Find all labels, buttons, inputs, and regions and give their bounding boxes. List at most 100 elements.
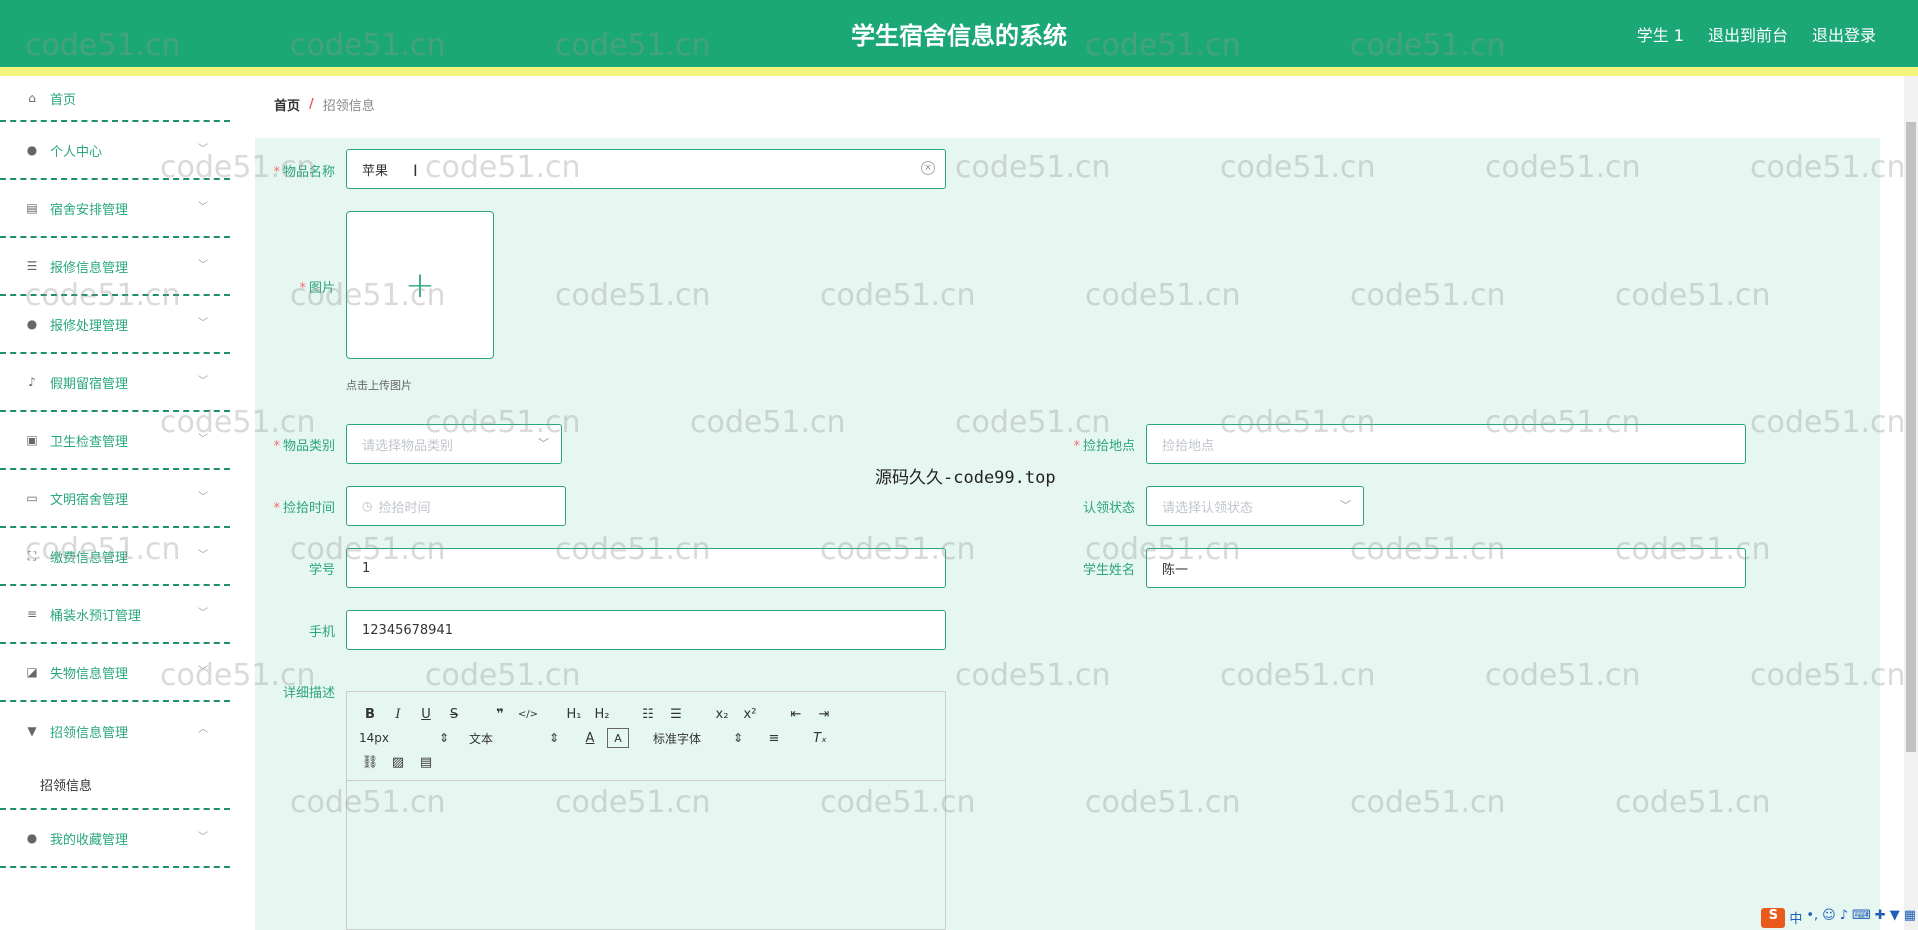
breadcrumb-home[interactable]: 首页: [274, 95, 300, 114]
strikethrough-icon[interactable]: S: [443, 704, 465, 724]
indent-icon[interactable]: ⇥: [813, 704, 835, 724]
blockquote-icon[interactable]: ❞: [489, 704, 511, 724]
microphone-icon[interactable]: ♪: [1840, 908, 1848, 928]
pickup-time-picker[interactable]: ◷ 捡拾时间: [346, 486, 566, 526]
pickup-place-input[interactable]: 捡拾地点: [1146, 424, 1746, 464]
keyboard-icon[interactable]: ⌨: [1852, 908, 1871, 928]
link-icon[interactable]: ⛓: [359, 752, 381, 772]
ordered-list-icon[interactable]: ☷: [637, 704, 659, 724]
image-icon[interactable]: ▨: [387, 752, 409, 772]
heading2-icon[interactable]: H₂: [591, 704, 613, 724]
chevron-down-icon: ﹀: [198, 608, 208, 619]
video-icon[interactable]: ▤: [415, 752, 437, 772]
breadcrumb-current: 招领信息: [322, 98, 375, 114]
sidebar-subitem-found-info[interactable]: 招领信息: [0, 760, 230, 808]
student-no-input[interactable]: 1: [346, 548, 946, 588]
sidebar-item-label: 我的收藏管理: [50, 832, 129, 848]
sidebar-item-holiday-stay[interactable]: ♪ 假期留宿管理 ﹀: [0, 354, 230, 412]
current-user-link[interactable]: 学生 1: [1637, 22, 1684, 46]
upload-tip: 点击上传图片: [346, 379, 412, 392]
sidebar-item-personal-center[interactable]: ● 个人中心 ﹀: [0, 122, 230, 180]
sidebar: ⌂ 首页 ● 个人中心 ﹀ ▤ 宿舍安排管理 ﹀ ☰ 报修信息管理 ﹀ ● 报修…: [0, 76, 230, 930]
sidebar-item-dorm-arrangement[interactable]: ▤ 宿舍安排管理 ﹀: [0, 180, 230, 238]
grid-icon[interactable]: ▦: [1904, 908, 1916, 928]
subscript-icon[interactable]: x₂: [711, 704, 733, 724]
student-name-input[interactable]: 陈一: [1146, 548, 1746, 588]
italic-icon[interactable]: I: [387, 704, 409, 724]
editor-content-area[interactable]: [347, 781, 945, 929]
chevron-down-icon: ﹀: [198, 318, 208, 329]
sidebar-item-payment-info[interactable]: ⛶ 缴费信息管理 ﹀: [0, 528, 230, 586]
code-icon[interactable]: </>: [517, 704, 539, 724]
sidebar-item-found-items[interactable]: ▼ 招领信息管理 ︿: [0, 702, 230, 760]
chevron-down-icon: ﹀: [198, 434, 208, 445]
outdent-icon[interactable]: ⇤: [785, 704, 807, 724]
clear-format-icon[interactable]: Tₓ: [809, 728, 831, 748]
ime-toolbar[interactable]: S 中 •, ☺ ♪ ⌨ ✚ ▼ ▦: [1761, 908, 1916, 928]
align-icon[interactable]: ≡: [763, 728, 785, 748]
sidebar-item-label: 桶装水预订管理: [50, 608, 142, 624]
sidebar-item-my-favorites[interactable]: ● 我的收藏管理 ﹀: [0, 810, 230, 868]
superscript-icon[interactable]: x²: [739, 704, 761, 724]
sidebar-item-civilized-dorm[interactable]: ▭ 文明宿舍管理 ﹀: [0, 470, 230, 528]
user-icon: ●: [26, 317, 38, 331]
briefcase-icon: ▣: [26, 433, 38, 447]
editor-toolbar: B I U S ❞ </> H₁ H₂ ☷ ☰ x₂ x² ⇤ ⇥ 14px ⇕ …: [347, 692, 945, 781]
sliders-icon: ☰: [26, 259, 38, 273]
bullet-list-icon[interactable]: ☰: [665, 704, 687, 724]
sidebar-item-home[interactable]: ⌂ 首页: [0, 76, 230, 122]
sidebar-item-repair-handling[interactable]: ● 报修处理管理 ﹀: [0, 296, 230, 354]
chevron-down-icon: ﹀: [198, 832, 208, 843]
sidebar-item-label: 文明宿舍管理: [50, 492, 129, 508]
bold-icon[interactable]: B: [359, 704, 381, 724]
user-icon: ●: [26, 831, 38, 845]
font-size-select[interactable]: 14px ⇕: [359, 731, 449, 745]
sidebar-item-label: 缴费信息管理: [50, 550, 129, 566]
ime-language[interactable]: 中: [1789, 908, 1802, 928]
description-label: 详细描述: [282, 686, 335, 701]
pickup-place-label: * 捡拾地点: [1073, 439, 1135, 454]
pickup-time-label: * 捡拾时间: [273, 501, 335, 516]
emoji-icon[interactable]: ☺: [1822, 908, 1836, 928]
sidebar-item-hygiene-check[interactable]: ▣ 卫生检查管理 ﹀: [0, 412, 230, 470]
font-family-select[interactable]: 标准字体 ⇕: [653, 730, 743, 747]
chevron-down-icon: ﹀: [198, 550, 208, 561]
user-icon: ●: [26, 143, 38, 157]
punctuation-icon[interactable]: •,: [1806, 908, 1818, 928]
sidebar-item-label: 个人中心: [50, 144, 103, 160]
font-color-icon[interactable]: A: [579, 728, 601, 748]
sidebar-item-repair-info[interactable]: ☰ 报修信息管理 ﹀: [0, 238, 230, 296]
chevron-up-icon: ︿: [198, 724, 208, 735]
sidebar-item-water-order[interactable]: ≡ 桶装水预订管理 ﹀: [0, 586, 230, 644]
claim-status-select[interactable]: 请选择认领状态 ﹀: [1146, 486, 1364, 526]
student-no-label: 学号: [308, 563, 335, 578]
scrollbar-thumb[interactable]: [1906, 122, 1916, 752]
underline-icon[interactable]: U: [415, 704, 437, 724]
chevron-down-icon: ﹀: [198, 666, 208, 677]
sidebar-item-label: 宿舍安排管理: [50, 202, 129, 218]
chevron-down-icon: ﹀: [198, 492, 208, 503]
item-name-input[interactable]: 苹果 ×: [346, 149, 946, 189]
page-scrollbar[interactable]: [1904, 76, 1918, 930]
chevron-down-icon: ﹀: [1340, 499, 1351, 512]
clear-icon[interactable]: ×: [921, 161, 935, 175]
sidebar-item-label: 卫生检查管理: [50, 434, 129, 450]
top-bar: 学生宿舍信息的系统 学生 1 退出到前台 退出登录: [0, 0, 1918, 67]
category-select[interactable]: 请选择物品类别 ﹀: [346, 424, 562, 464]
image-upload-button[interactable]: +: [346, 211, 494, 359]
back-to-frontend-link[interactable]: 退出到前台: [1708, 22, 1788, 46]
skin-icon[interactable]: ✚: [1875, 908, 1886, 928]
top-links: 学生 1 退出到前台 退出登录: [1637, 22, 1876, 46]
sidebar-group-found-items: ▼ 招领信息管理 ︿ 招领信息: [0, 702, 230, 810]
text-cursor-icon: I: [413, 161, 418, 180]
phone-input[interactable]: 12345678941: [346, 610, 946, 650]
heading1-icon[interactable]: H₁: [563, 704, 585, 724]
sidebar-item-lost-items[interactable]: ◪ 失物信息管理 ﹀: [0, 644, 230, 702]
logout-link[interactable]: 退出登录: [1812, 22, 1876, 46]
plus-icon: +: [404, 264, 436, 306]
sidebar-item-label: 假期留宿管理: [50, 376, 129, 392]
center-watermark: 源码久久-code99.top: [875, 468, 1056, 488]
background-color-icon[interactable]: A: [607, 728, 629, 748]
shirt-icon[interactable]: ▼: [1890, 908, 1900, 928]
paragraph-select[interactable]: 文本 ⇕: [469, 730, 559, 747]
